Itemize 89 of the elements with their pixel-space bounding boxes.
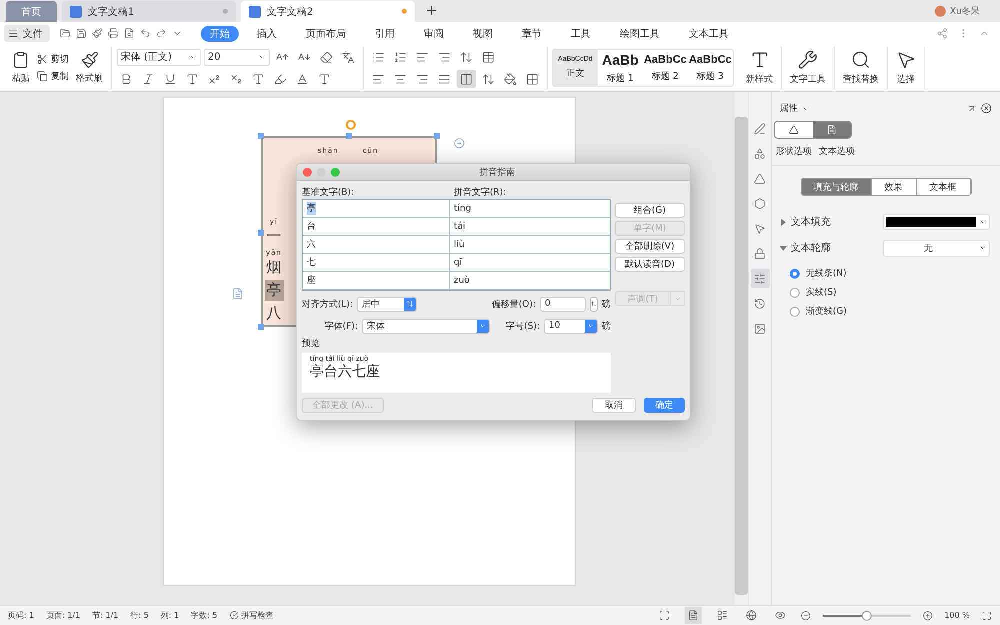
cut-button[interactable]: 剪切 xyxy=(37,53,69,66)
unit-label: 磅 xyxy=(602,320,611,332)
dialog-button[interactable]: 默认读音(D) xyxy=(615,257,685,272)
column-header: 基准文字(B): xyxy=(302,186,356,198)
field-label: 字号(S): xyxy=(506,320,540,332)
menu-tab[interactable]: 章节 xyxy=(511,26,553,42)
base-text-cell[interactable]: 亭 xyxy=(303,200,450,218)
outline-select[interactable]: 无 xyxy=(883,240,990,256)
column-header: 拼音文字(R): xyxy=(454,186,506,198)
font-size-field[interactable]: 20 xyxy=(204,48,270,66)
radio-label: 无线条(N) xyxy=(806,268,847,280)
menu-tab[interactable]: 引用 xyxy=(364,26,406,42)
cancel-button[interactable]: 取消 xyxy=(592,398,636,413)
font-size: 20 xyxy=(208,52,221,62)
new-tab-button[interactable]: + xyxy=(426,3,438,19)
pinyin-cell[interactable]: tíng xyxy=(450,200,610,218)
field-label: 字体(F): xyxy=(324,320,358,332)
style-preview: AaBbCc xyxy=(644,54,687,66)
size-select[interactable]: 10 xyxy=(544,318,598,334)
dialog-title: 拼音指南 xyxy=(478,166,516,178)
option-label[interactable]: 形状选项 xyxy=(776,145,812,158)
status-text: 字数: 5 xyxy=(191,610,218,621)
font-name: 宋体 (正文) xyxy=(121,50,172,64)
document-tab[interactable]: 文字文稿2 xyxy=(241,1,415,22)
align-select[interactable]: 居中 xyxy=(357,296,418,312)
status-text: 行: 5 xyxy=(130,610,149,621)
section-label[interactable]: 文本填充 xyxy=(791,215,879,229)
menu-tab[interactable]: 文本工具 xyxy=(678,26,740,42)
preview-label: 预览 xyxy=(302,338,321,350)
radio-label: 实线(S) xyxy=(806,286,837,299)
panel-title: 属性 xyxy=(780,102,798,115)
spell-check-button[interactable]: 拼写检查 xyxy=(230,610,274,621)
pinyin-cell[interactable]: zuò xyxy=(450,272,610,290)
base-text-cell[interactable]: 七 xyxy=(303,254,450,272)
style-item[interactable]: AaBbCc 标题 3 xyxy=(688,50,733,86)
base-text-cell[interactable]: 台 xyxy=(303,218,450,236)
status-text: 节: 1/1 xyxy=(92,610,119,621)
user-name: Xu冬呆 xyxy=(950,6,980,18)
character-text: 一 xyxy=(266,226,282,247)
style-preview: AaBbCc xyxy=(689,54,732,66)
style-label: 正文 xyxy=(566,68,584,80)
zoom-reading: 100 % xyxy=(944,611,970,620)
sub-tab[interactable]: 文本框 xyxy=(916,179,970,195)
menu-tab[interactable]: 视图 xyxy=(462,26,504,42)
pinyin-cell[interactable]: qī xyxy=(450,254,610,272)
menu-tab[interactable]: 审阅 xyxy=(413,26,455,42)
pinyin-cell[interactable]: tái xyxy=(450,218,610,236)
base-text-cell[interactable]: 六 xyxy=(303,236,450,254)
tool-button[interactable]: 文字工具 xyxy=(787,50,829,86)
tool-button[interactable]: 选择 xyxy=(893,50,919,86)
font-name-field[interactable]: 宋体 (正文) xyxy=(117,48,201,66)
character-text: 烟 xyxy=(266,257,282,278)
character-text: 八 xyxy=(266,303,282,324)
file-menu-button[interactable]: 文件 xyxy=(4,25,50,42)
paste-button[interactable]: 粘贴 xyxy=(9,51,33,85)
status-text: 页面: 1/1 xyxy=(46,610,80,621)
status-text: 列: 1 xyxy=(160,610,180,621)
pinyin-cell[interactable]: liù xyxy=(450,236,610,254)
character-text: 亭 xyxy=(264,280,284,301)
style-label: 标题 3 xyxy=(697,70,724,82)
preview-text: 亭台六七座 xyxy=(310,363,381,381)
field-label: 偏移量(O): xyxy=(492,298,536,310)
base-text-cell[interactable]: 座 xyxy=(303,272,450,290)
sub-tab[interactable]: 效果 xyxy=(872,179,916,195)
option-label[interactable]: 文本选项 xyxy=(819,145,855,158)
section-label[interactable]: 文本轮廓 xyxy=(791,241,879,255)
menu-tab[interactable]: 工具 xyxy=(560,26,602,42)
radio-label: 渐变线(G) xyxy=(806,306,847,318)
field-label: 对齐方式(L): xyxy=(302,298,354,310)
unit-label: 磅 xyxy=(602,298,611,310)
sub-tab[interactable]: 填充与轮廓 xyxy=(802,179,872,195)
menu-tab[interactable]: 绘图工具 xyxy=(609,26,671,42)
format-painter-button[interactable]: 格式刷 xyxy=(73,51,106,85)
style-preview: AaBb xyxy=(602,52,639,68)
menu-tab[interactable]: 插入 xyxy=(246,26,288,42)
copy-button[interactable]: 复制 xyxy=(37,70,69,83)
dialog-button[interactable]: 组合(G) xyxy=(615,203,685,218)
tool-button[interactable]: 查找替换 xyxy=(840,50,882,86)
style-item[interactable]: AaBbCc 标题 2 xyxy=(643,50,688,86)
style-label: 标题 1 xyxy=(607,72,634,84)
document-tab[interactable]: 文字文稿1 xyxy=(62,1,236,22)
style-label: 标题 2 xyxy=(652,70,679,82)
style-item[interactable]: AaBb 标题 1 xyxy=(598,50,643,86)
font-select[interactable]: 宋体 xyxy=(362,318,490,334)
menu-tab[interactable]: 页面布局 xyxy=(295,26,357,42)
offset-field[interactable]: 0 xyxy=(540,296,586,312)
tool-button[interactable]: 新样式 xyxy=(743,50,776,86)
dialog-button[interactable]: 全部删除(V) xyxy=(615,239,685,254)
status-text: 页码: 1 xyxy=(8,610,34,621)
